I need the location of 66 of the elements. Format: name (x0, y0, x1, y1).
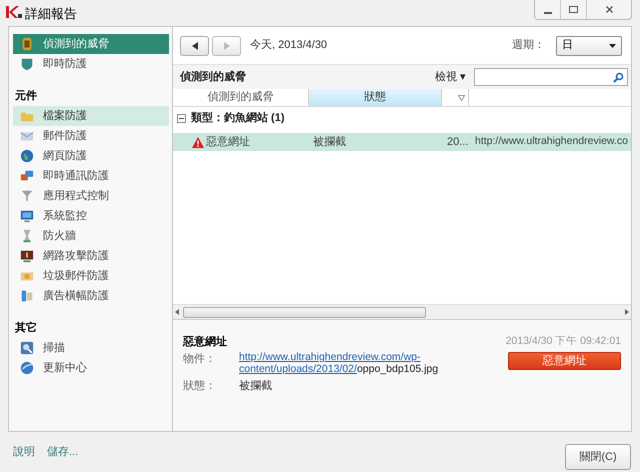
close-button[interactable]: 關閉(C) (565, 444, 631, 470)
sidebar-item[interactable]: 網頁防護 (13, 146, 169, 166)
close-icon (606, 6, 612, 13)
column-header[interactable]: 狀態 (309, 89, 442, 106)
table-cell-text: 惡意網址 (206, 134, 250, 150)
search-icon (613, 72, 624, 82)
horizontal-scrollbar[interactable] (173, 304, 631, 319)
period-dropdown[interactable]: 日 (556, 36, 622, 56)
sidebar-item[interactable]: 系統監控 (13, 206, 169, 226)
back-button[interactable] (180, 36, 209, 56)
collapse-toggle[interactable] (177, 114, 186, 122)
monitor-warning-icon (20, 249, 34, 263)
shield-badge-icon (20, 37, 34, 51)
scroll-right-icon[interactable] (624, 309, 629, 315)
scroll-left-icon[interactable] (175, 309, 180, 315)
app-logo-icon (6, 6, 22, 18)
globe-icon (20, 149, 34, 163)
table-row[interactable]: 惡意網址 被攔截 20... http://www.ultrahighendreview.co (173, 133, 631, 151)
field-label: 狀態： (183, 379, 217, 394)
date-label: 今天, 2013/4/30 (250, 38, 328, 54)
sidebar-item[interactable]: 應用程式控制 (13, 186, 169, 206)
view-menu[interactable]: 檢視 ▾ (434, 68, 466, 86)
table-cell-text: 20... (447, 134, 470, 150)
shield-icon (20, 57, 34, 71)
table-cell: 被攔截 (313, 136, 346, 148)
group-label: 類型：釣魚網站 (1) (191, 110, 284, 126)
table-cell-text: http://www.ultrahighendreview.co (475, 134, 628, 150)
search-icon (20, 341, 34, 355)
caret-icon (609, 44, 616, 48)
minimize-icon (544, 12, 552, 14)
search-field[interactable] (474, 68, 628, 86)
filter-icon (458, 94, 464, 100)
envelope-icon (20, 129, 34, 143)
status-value: 被攔截 (239, 379, 272, 394)
funnel-icon (20, 189, 34, 203)
object-link[interactable]: content/uploads/2013/02/ (239, 363, 357, 375)
sidebar-item[interactable]: 即時防護 (13, 54, 169, 74)
sidebar-item[interactable]: 廣告橫幅防護 (13, 286, 169, 306)
object-link[interactable]: http://www.ultrahighendreview.com/wp- (239, 351, 420, 363)
sidebar-item[interactable]: 檔案防護 (13, 106, 169, 126)
sidebar-item[interactable]: 垃圾郵件防護 (13, 266, 169, 286)
sidebar-item[interactable]: 掃描 (13, 338, 169, 358)
sidebar-item[interactable]: 郵件防護 (13, 126, 169, 146)
timestamp: 2013/4/30 下午 09:42:01 (506, 334, 621, 349)
sidebar-item[interactable]: 偵測到的威脅 (13, 34, 169, 54)
sidebar-item[interactable]: 即時通訊防護 (13, 166, 169, 186)
chat-bubbles-icon (20, 169, 34, 183)
globe-icon (20, 361, 34, 375)
sidebar-item[interactable]: 網路攻擊防護 (13, 246, 169, 266)
sidebar-item[interactable]: 更新中心 (13, 358, 169, 378)
threat-badge: 惡意網址 (508, 352, 621, 370)
section-header: 元件 (14, 88, 38, 104)
maximize-icon (569, 6, 578, 13)
field-label: 物件： (183, 352, 217, 367)
warning-icon (192, 136, 204, 148)
footer-link[interactable]: 儲存... (47, 444, 78, 460)
details-title: 惡意網址 (183, 334, 228, 350)
monitor-icon (20, 209, 34, 223)
section-header: 其它 (14, 320, 38, 336)
period-label: 週期： (512, 38, 545, 54)
sidebar-item[interactable]: 防火牆 (13, 226, 169, 246)
table-title: 偵測到的威脅 (180, 70, 246, 85)
banner-icon (20, 289, 34, 303)
footer-link[interactable]: 說明 (13, 444, 35, 460)
window-title: 詳細報告 (25, 5, 77, 23)
file-name: oppo_bdp105.jpg (356, 363, 438, 375)
